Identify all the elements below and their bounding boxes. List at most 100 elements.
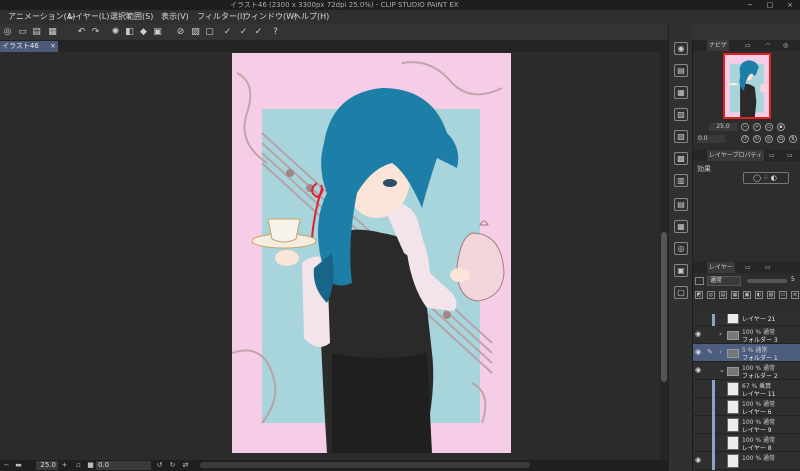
- zoom-out-icon[interactable]: −: [2, 461, 11, 470]
- item-bank-dock-icon[interactable]: ▦: [674, 220, 688, 233]
- navigator-angle-value[interactable]: 0.0: [697, 135, 725, 143]
- nav-flip-h-icon[interactable]: ⇆: [777, 135, 785, 143]
- scroll-thumb[interactable]: [661, 232, 667, 382]
- mask-icon[interactable]: ◐: [755, 291, 763, 299]
- layer-row[interactable]: 67 % 乗算 レイヤー 11: [693, 380, 800, 398]
- rotate-left-icon[interactable]: ↺: [155, 461, 164, 470]
- timeline-dock-icon[interactable]: ▢: [674, 286, 688, 299]
- clip-icon[interactable]: ◩: [695, 291, 703, 299]
- tab-navigator[interactable]: ナビゲ: [707, 40, 730, 51]
- menu-selection[interactable]: 選択範囲(S): [110, 10, 153, 24]
- nav-flip-v-icon[interactable]: ⇅: [789, 135, 797, 143]
- reference-icon[interactable]: ◎: [707, 291, 715, 299]
- navigator-zoom-value[interactable]: 25.0: [709, 123, 737, 131]
- menu-help[interactable]: ヘルプ(H): [293, 10, 329, 24]
- frame-icon[interactable]: ▢: [204, 27, 215, 38]
- actual-size-icon[interactable]: ■: [86, 461, 95, 470]
- help-icon[interactable]: ?: [270, 27, 281, 38]
- tab-prop3-icon[interactable]: ▭: [785, 150, 795, 161]
- menu-layer[interactable]: レイヤー(L): [67, 10, 109, 24]
- history-dock-icon[interactable]: ▧: [674, 108, 688, 121]
- expand-chevron-icon[interactable]: ›: [719, 330, 722, 338]
- ruler-icon[interactable]: ▧: [767, 291, 775, 299]
- visibility-eye-icon[interactable]: ◉: [695, 331, 703, 338]
- tab-layer2-icon[interactable]: ▭: [743, 262, 753, 273]
- navigator-preview[interactable]: [723, 53, 771, 119]
- lock-transparency-icon[interactable]: ▦: [731, 291, 739, 299]
- nav-zoom-in-icon[interactable]: +: [753, 123, 761, 131]
- quick-access-dock-icon[interactable]: ▣: [674, 264, 688, 277]
- tab-layer3-icon[interactable]: ▭: [763, 262, 773, 273]
- app-icon[interactable]: ◎: [2, 27, 13, 38]
- layer-row[interactable]: 100 % 通常 レイヤー 6: [693, 398, 800, 416]
- artwork-canvas[interactable]: [232, 53, 511, 453]
- lock-layer-icon[interactable]: ▣: [743, 291, 751, 299]
- minimize-button[interactable]: −: [740, 0, 760, 10]
- pen-icon[interactable]: ✓: [222, 27, 233, 38]
- new-layer-icon[interactable]: ▭: [779, 291, 787, 299]
- color-dock-icon[interactable]: ▥: [674, 174, 688, 187]
- tab-layer-search-icon[interactable]: ◎: [781, 40, 790, 51]
- nav-fit-icon[interactable]: ▫: [765, 123, 773, 131]
- layer-row-selected[interactable]: ◉ ✎ › 5 % 通常 フォルダー 1: [693, 344, 800, 362]
- menu-view[interactable]: 表示(V): [161, 10, 189, 24]
- tool-property-dock-icon[interactable]: ▨: [674, 130, 688, 143]
- menu-window[interactable]: ウィンドウ(W): [243, 10, 297, 24]
- expand-chevron-icon[interactable]: ›: [719, 348, 722, 356]
- fit-icon[interactable]: ▫: [74, 461, 83, 470]
- nav-reset-icon[interactable]: ◎: [765, 135, 773, 143]
- opacity-value[interactable]: 5: [791, 276, 795, 283]
- close-tab-icon[interactable]: ×: [50, 41, 56, 52]
- sub-view-dock-icon[interactable]: ▤: [674, 64, 688, 77]
- menu-animation[interactable]: アニメーション(A): [8, 10, 75, 24]
- maximize-button[interactable]: □: [760, 0, 780, 10]
- crop-icon[interactable]: ▨: [190, 27, 201, 38]
- undo-icon[interactable]: ↶: [76, 27, 87, 38]
- visibility-eye-icon[interactable]: ◉: [695, 367, 703, 374]
- zoom-in-icon[interactable]: +: [60, 461, 69, 470]
- layer-row[interactable]: ◉ ⌄ 100 % 通常 フォルダー 2: [693, 362, 800, 380]
- tab-layer[interactable]: レイヤー: [707, 262, 735, 273]
- auto-action-dock-icon[interactable]: ▤: [674, 198, 688, 211]
- nav-rotate-left-icon[interactable]: ↺: [741, 135, 749, 143]
- material-dock-icon[interactable]: ▦: [674, 86, 688, 99]
- layer-row[interactable]: ◉ 100 % 通常: [693, 452, 800, 470]
- zoom-slider-icon[interactable]: ▬: [14, 461, 23, 470]
- brush-size-dock-icon[interactable]: ▩: [674, 152, 688, 165]
- draft-icon[interactable]: ▤: [719, 291, 727, 299]
- close-button[interactable]: ×: [780, 0, 800, 10]
- layer-row[interactable]: 100 % 通常 レイヤー 9: [693, 416, 800, 434]
- canvas-area[interactable]: [0, 52, 660, 460]
- redo-icon[interactable]: ↷: [90, 27, 101, 38]
- tab-subview-icon[interactable]: ▭: [743, 40, 753, 51]
- navigator-dock-icon[interactable]: ◉: [674, 42, 688, 55]
- visibility-eye-icon[interactable]: ◉: [695, 349, 703, 356]
- canvas-vertical-scrollbar[interactable]: [660, 52, 668, 460]
- pen2-icon[interactable]: ✓: [238, 27, 249, 38]
- rotation-value[interactable]: 0.0: [96, 461, 151, 470]
- expand-chevron-icon[interactable]: ⌄: [719, 366, 725, 374]
- layer-row[interactable]: ◉ › 100 % 通常 フォルダー 3: [693, 326, 800, 344]
- document-tab[interactable]: イラスト46 ×: [0, 41, 58, 52]
- canvas-horizontal-scrollbar[interactable]: [200, 462, 530, 468]
- menu-filter[interactable]: フィルター(I): [197, 10, 245, 24]
- layer-row[interactable]: 100 % 通常 レイヤー 8: [693, 434, 800, 452]
- nav-actual-icon[interactable]: ▪: [777, 123, 785, 131]
- clear-icon[interactable]: ✺: [110, 27, 121, 38]
- tab-info-icon[interactable]: ◠: [763, 40, 772, 51]
- transform-icon[interactable]: ◆: [138, 27, 149, 38]
- opacity-slider[interactable]: [747, 279, 787, 283]
- layer-row[interactable]: レイヤー 21: [693, 314, 800, 326]
- layer-lock-icon[interactable]: [695, 277, 704, 285]
- tab-layer-property[interactable]: レイヤープロパティ: [707, 150, 765, 161]
- new-icon[interactable]: ▭: [17, 27, 28, 38]
- open-icon[interactable]: ▤: [31, 27, 42, 38]
- search-layer-dock-icon[interactable]: ◎: [674, 242, 688, 255]
- tab-prop2-icon[interactable]: ▭: [767, 150, 777, 161]
- pen3-icon[interactable]: ✓: [253, 27, 264, 38]
- blend-mode-select[interactable]: 通常: [707, 276, 741, 286]
- zoom-value[interactable]: 25.0: [36, 461, 58, 470]
- invert-icon[interactable]: ⊘: [175, 27, 186, 38]
- nav-zoom-out-icon[interactable]: −: [741, 123, 749, 131]
- fill-icon[interactable]: ◧: [124, 27, 135, 38]
